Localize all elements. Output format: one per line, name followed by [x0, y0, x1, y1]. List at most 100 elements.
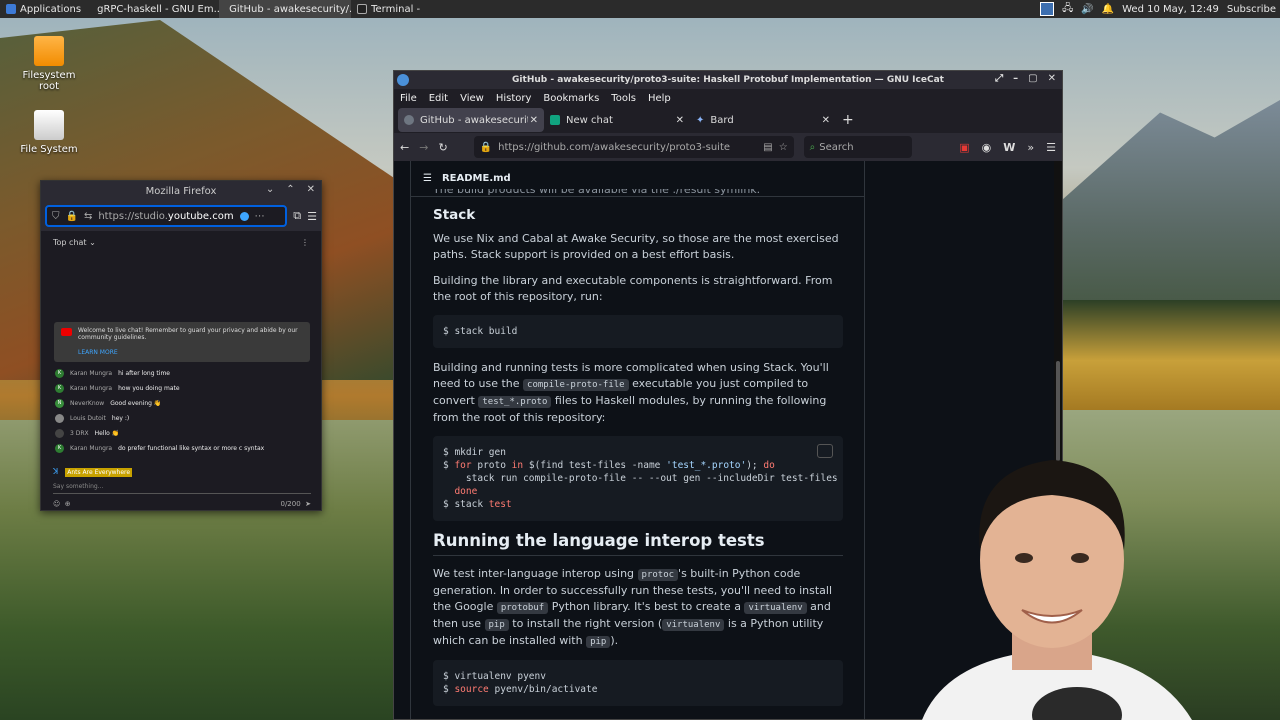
avatar[interactable]: N — [55, 399, 64, 408]
chat-author[interactable]: Karan Mungra — [70, 370, 112, 377]
tab-new-chat[interactable]: New chat ✕ — [544, 108, 690, 132]
chat-author[interactable]: NeverKnow — [70, 400, 104, 407]
maximize-icon[interactable]: ▢ — [1028, 73, 1037, 84]
chat-message: K Karan Mungra hi after long time — [55, 366, 315, 381]
desktop-icon-file-system[interactable]: File System — [14, 110, 84, 155]
readme-article: The build products will be available via… — [433, 189, 843, 718]
cut-line: The build products will be available via… — [433, 189, 761, 196]
chat-author[interactable]: Louis Dutoit — [70, 415, 106, 422]
more-icon[interactable]: ⋯ — [255, 211, 265, 222]
clock[interactable]: Wed 10 May, 12:49 — [1122, 4, 1219, 15]
minimize-icon[interactable]: – — [1013, 73, 1018, 84]
network-icon[interactable]: 🖧 — [1062, 1, 1073, 18]
chat-input-area: ꓘ Ants Are Everywhere Say something... ☺… — [53, 464, 311, 508]
desktop-icon-label: File System — [20, 144, 78, 155]
permissions-icon[interactable]: ⇆ — [84, 211, 92, 222]
learn-more-link[interactable]: LEARN MORE — [78, 349, 304, 356]
fullscreen-icon[interactable]: ⤢ — [995, 73, 1003, 84]
avatar[interactable]: K — [55, 384, 64, 393]
reader-view-icon[interactable]: ▤ — [763, 142, 772, 153]
close-tab-icon[interactable]: ✕ — [676, 115, 684, 126]
drive-icon — [34, 110, 64, 140]
privacy-mask-icon[interactable]: ◉ — [982, 141, 992, 154]
menu-view[interactable]: View — [460, 93, 484, 104]
extension-addon-icon[interactable]: ▣ — [959, 141, 969, 154]
close-tab-icon[interactable]: ✕ — [822, 115, 830, 126]
super-chat-icon[interactable]: ⊕ — [65, 500, 71, 508]
w-extension-icon[interactable]: W — [1003, 141, 1015, 154]
avatar[interactable] — [55, 414, 64, 423]
firefox-titlebar[interactable]: Mozilla Firefox ⌄ ⌃ ✕ — [41, 181, 321, 201]
firefox-url-field[interactable]: ⛉ 🔒 ⇆ https://studio.youtube.com ⋯ — [45, 205, 288, 227]
chat-author[interactable]: Karan Mungra — [70, 445, 112, 452]
chat-header: Top chat ⌄ ⋮ — [41, 231, 321, 253]
code-block: $ stack build — [433, 315, 843, 348]
volume-icon[interactable]: 🔊 — [1081, 4, 1093, 15]
paragraph: Building and running tests is more compl… — [433, 361, 829, 424]
tab-github[interactable]: GitHub - awakesecurity/p ✕ — [398, 108, 544, 132]
app-indicator-icon[interactable] — [1040, 2, 1055, 16]
kebab-icon[interactable]: ⋮ — [301, 238, 309, 247]
icecat-titlebar[interactable]: GitHub - awakesecurity/proto3-suite: Has… — [394, 71, 1062, 89]
paragraph: Building the library and executable comp… — [433, 274, 833, 303]
hamburger-menu-icon[interactable]: ☰ — [1046, 141, 1056, 154]
close-icon[interactable]: ✕ — [307, 184, 315, 195]
avatar[interactable]: K — [55, 444, 64, 453]
extensions-icon[interactable]: ⧉ — [293, 209, 301, 223]
copy-icon[interactable] — [817, 444, 833, 458]
bard-icon: ✦ — [696, 114, 705, 126]
heading-stack: Stack — [433, 207, 476, 223]
applications-menu[interactable]: Applications — [0, 0, 87, 18]
readme-filename: README.md — [441, 173, 511, 184]
code-block: $ mkdir gen $ for proto in $(find test-f… — [433, 436, 843, 521]
avatar[interactable] — [55, 429, 64, 438]
bookmark-star-icon[interactable]: ☆ — [779, 142, 788, 153]
chat-message: Louis Dutoit hey :) — [55, 411, 315, 426]
welcome-notice: Welcome to live chat! Remember to guard … — [54, 322, 310, 362]
url-field[interactable]: 🔒 https://github.com/awakesecurity/proto… — [473, 136, 794, 158]
send-icon[interactable]: ➤ — [305, 500, 311, 508]
taskbar-item-icecat[interactable]: GitHub - awakesecurity/... — [219, 0, 352, 18]
close-icon[interactable]: ✕ — [1048, 73, 1056, 84]
chat-author[interactable]: Karan Mungra — [70, 385, 112, 392]
menu-icon[interactable]: ☰ — [307, 210, 317, 223]
chat-mode-select[interactable]: Top chat ⌄ — [53, 238, 96, 247]
chat-input[interactable]: Say something... — [53, 483, 311, 494]
applications-icon — [6, 4, 16, 14]
taskbar-item-emacs[interactable]: gRPC-haskell - GNU Em... — [87, 0, 219, 18]
lock-icon[interactable]: 🔒 — [66, 211, 78, 222]
desktop-icon-filesystem-root[interactable]: Filesystem root — [14, 36, 84, 92]
menu-edit[interactable]: Edit — [429, 93, 448, 104]
menu-file[interactable]: File — [400, 93, 417, 104]
chevron-down-icon[interactable]: ⌄ — [266, 184, 274, 195]
reload-icon[interactable]: ↻ — [438, 141, 447, 154]
tab-bard[interactable]: ✦ Bard ✕ — [690, 108, 836, 132]
new-tab-icon[interactable]: + — [842, 112, 854, 128]
search-field[interactable]: ⌕ Search — [803, 136, 912, 158]
menu-bookmarks[interactable]: Bookmarks — [543, 93, 599, 104]
notification-bell-icon[interactable]: 🔔 — [1102, 4, 1114, 15]
overflow-icon[interactable]: » — [1027, 141, 1034, 154]
chat-message: K Karan Mungra how you doing mate — [55, 381, 315, 396]
menu-tools[interactable]: Tools — [611, 93, 636, 104]
paragraph: We use Nix and Cabal at Awake Security, … — [433, 232, 839, 261]
close-tab-icon[interactable]: ✕ — [530, 115, 538, 126]
code-block: $ virtualenv pyenv $ source pyenv/bin/ac… — [433, 660, 843, 706]
chat-message: N NeverKnow Good evening 👋 — [55, 396, 315, 411]
chat-text: do prefer functional like syntax or more… — [118, 445, 265, 452]
emoji-icon[interactable]: ☺ — [53, 500, 60, 508]
menu-history[interactable]: History — [496, 93, 532, 104]
shield-icon[interactable]: ⛉ — [52, 211, 60, 222]
forward-icon[interactable]: → — [419, 141, 428, 154]
menu-help[interactable]: Help — [648, 93, 671, 104]
chat-text: Good evening 👋 — [110, 400, 162, 407]
chevron-up-icon[interactable]: ⌃ — [286, 184, 294, 195]
chat-text: hey :) — [111, 415, 130, 422]
avatar[interactable]: K — [55, 369, 64, 378]
back-icon[interactable]: ← — [400, 141, 409, 154]
chat-author[interactable]: 3 DRX — [70, 430, 89, 437]
taskbar-item-terminal[interactable]: Terminal - — [351, 0, 483, 18]
list-icon[interactable]: ☰ — [423, 173, 432, 184]
firefox-window: Mozilla Firefox ⌄ ⌃ ✕ ⛉ 🔒 ⇆ https://stud… — [40, 180, 322, 511]
terminal-icon — [357, 4, 368, 14]
